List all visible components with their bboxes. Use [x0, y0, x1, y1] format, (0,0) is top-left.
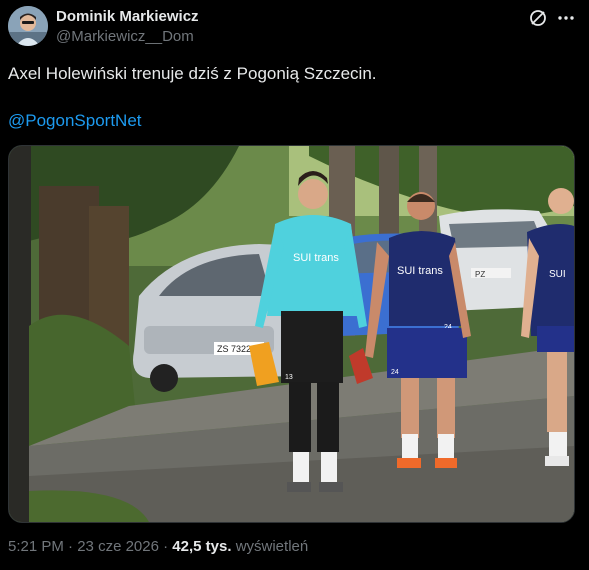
tweet-date[interactable]: 23 cze 2026	[77, 538, 159, 555]
goalkeeper-shorts-number: 13	[285, 374, 293, 381]
tweet-text: Axel Holewiński trenuje dziś z Pogonią S…	[8, 64, 377, 83]
white-car-plate: PZ	[475, 270, 485, 279]
tweet-time[interactable]: 5:21 PM	[8, 538, 64, 555]
avatar-image	[8, 6, 48, 46]
mention-link[interactable]: @PogonSportNet	[8, 111, 142, 131]
player-middle-shorts-number: 24	[391, 369, 399, 376]
grok-icon[interactable]	[528, 8, 548, 28]
photo-scene: ZS 73223 PZ SUI trans 13 SUI trans 24 24…	[9, 146, 574, 522]
author-avatar[interactable]	[8, 6, 48, 46]
meta-separator: ·	[68, 538, 74, 555]
more-icon[interactable]	[556, 8, 576, 28]
tweet-meta: 5:21 PM · 23 cze 2026 · 42,5 tys. wyświe…	[8, 538, 308, 555]
player-middle-shirt-text: SUI trans	[397, 265, 443, 277]
author-name[interactable]: Dominik Markiewicz	[56, 8, 199, 25]
goalkeeper-shirt-text: SUI trans	[293, 252, 339, 264]
tweet-photo[interactable]: ZS 73223 PZ SUI trans 13 SUI trans 24 24…	[8, 145, 575, 523]
author-handle[interactable]: @Markiewicz__Dom	[56, 28, 194, 45]
meta-separator-2: ·	[163, 538, 169, 555]
views-label: wyświetleń	[235, 538, 309, 555]
views-count: 42,5 tys.	[172, 538, 232, 555]
player-right-shirt-text: SUI	[549, 269, 566, 280]
